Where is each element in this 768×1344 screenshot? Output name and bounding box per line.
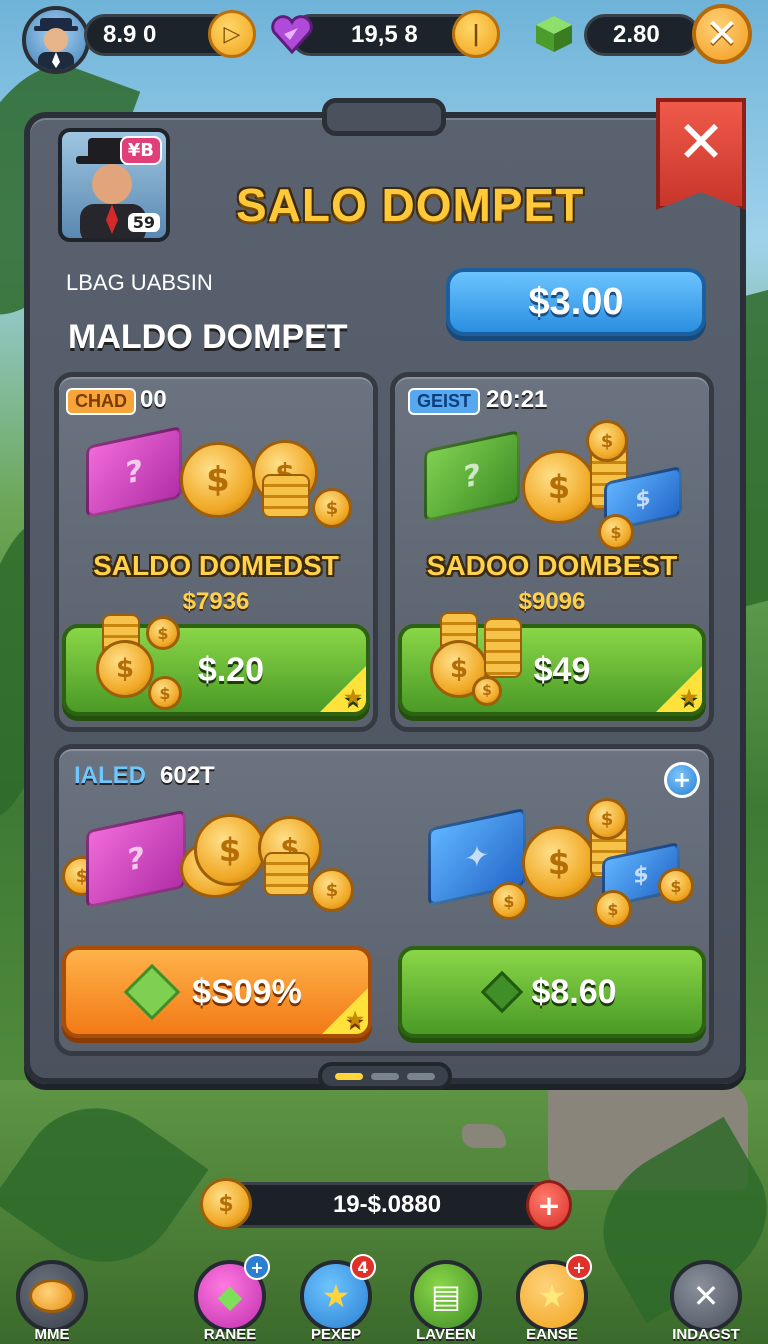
nav-label: EANSE [526,1326,578,1343]
star-corner-icon: ★ [316,662,366,712]
close-icon: ✕ [670,1260,742,1332]
star-corner-icon: ★ [652,662,702,712]
nav-item-laveen[interactable]: ▤ LAVEEN [396,1260,496,1344]
coin-icon: $ [522,826,596,900]
bundle-price: $S09% [192,972,302,1011]
add-balance-button[interactable]: + [526,1180,572,1230]
add-gems-button[interactable]: | [452,10,500,58]
cash-value: 2.80 [613,21,660,48]
coin-icon: $ [200,1178,252,1230]
cash-counter: 2.80 [584,14,700,56]
green-gem-icon [481,970,524,1014]
coin-stack-icon [484,618,522,678]
section-heading: MALDO DOMPET [68,318,348,356]
nav-badge: 4 [350,1254,376,1280]
nav-label: INDAGST [672,1326,740,1343]
balance-value: 19-$.0880 [332,1191,442,1218]
bundle-price: $8.60 [531,972,617,1011]
offer-subtitle: $7936 [182,588,250,615]
main-price-button[interactable]: $3.00 [446,268,706,336]
coin-icon: $ [522,450,596,524]
player-portrait-icon [34,18,78,70]
page-dot-active[interactable] [335,1072,363,1080]
bottom-nav: MME ◆ + RANEE ★ 4 PEXEP ▤ LAVEEN ★ + EAN… [0,1254,768,1344]
coin-stack-icon [262,474,310,518]
coin-icon: $ [658,868,694,904]
portrait-level: 59 [127,213,160,232]
coin-icon: $ [194,814,266,886]
nav-label: PEXEP [310,1326,362,1343]
gems-value: 19,5 8 [351,21,418,48]
nav-badge: + [566,1254,592,1280]
star-corner-icon: ★ [318,984,368,1034]
panel-handle [322,98,446,136]
panel-title: SALO DOMPET [236,179,585,231]
close-icon: ✕ [676,108,726,176]
page-dot[interactable] [407,1072,435,1080]
offer-price: $.20 [197,650,265,689]
offer-name: SADOO DOMBEST [426,550,678,581]
coin-icon: $ [310,868,354,912]
play-arrow-icon[interactable]: ▷ [208,10,256,58]
coin-icon: $ [96,640,154,698]
bundle-tag: IALED [74,762,146,789]
nav-item-mme[interactable]: MME [2,1260,102,1344]
coin-icon: $ [598,514,634,550]
coin-icon: $ [586,420,628,462]
top-resource-bar: 8.9 0 ▷ 19,5 8 | 2.80 ✕ [0,0,768,74]
coin-icon: $ [586,798,628,840]
rock [462,1124,506,1148]
nav-label: LAVEEN [416,1326,476,1343]
bundle-tag-value: 602T [160,762,215,789]
green-cube-icon [532,12,576,56]
offer-tag: CHAD [66,388,136,415]
portrait-badge: ¥B [119,136,162,165]
balance-bar: 19-$.0880 [206,1182,568,1228]
offer-name: SALDO DOMEDST [93,550,339,581]
coin-icon: $ [594,890,632,928]
offer-price: $49 [533,650,591,689]
offer-tag-value: 00 [140,386,167,413]
heart-gem-icon [268,10,316,58]
book-icon: ▤ [410,1260,482,1332]
nav-label: MME [34,1326,70,1343]
coin-icon: $ [490,882,528,920]
coin-icon: $ [312,488,352,528]
coins-value: 8.9 0 [103,21,157,48]
info-icon[interactable]: + [664,762,700,798]
offer-tag-value: 20:21 [486,386,548,413]
offer-subtitle: $9096 [518,588,586,615]
coin-stack-icon [16,1260,88,1332]
page-dot[interactable] [371,1072,399,1080]
close-icon[interactable]: ✕ [692,4,752,64]
nav-label: RANEE [203,1326,257,1343]
bundle-buy-button-orange[interactable]: $S09% ★ [62,946,372,1038]
coin-icon: $ [148,676,182,710]
player-avatar[interactable] [22,6,90,74]
page-indicator [318,1062,452,1090]
nav-item-pexep[interactable]: ★ 4 PEXEP [286,1254,386,1344]
green-gem-icon [123,963,181,1021]
coin-stack-icon [264,852,310,896]
nav-badge: + [244,1254,270,1280]
coin-icon: $ [146,616,180,650]
coin-icon: $ [180,442,256,518]
nav-item-eanse[interactable]: ★ + EANSE [502,1254,602,1344]
section-small-label: LBAG UABSIN [66,270,213,295]
coin-icon: $ [472,676,502,706]
nav-item-indagst[interactable]: ✕ INDAGST [656,1260,756,1344]
nav-item-ranee[interactable]: ◆ + RANEE [180,1254,280,1344]
offer-tag: GEIST [408,388,481,415]
character-portrait: ¥B 59 [58,128,170,242]
bundle-buy-button-green[interactable]: $8.60 [398,946,706,1038]
